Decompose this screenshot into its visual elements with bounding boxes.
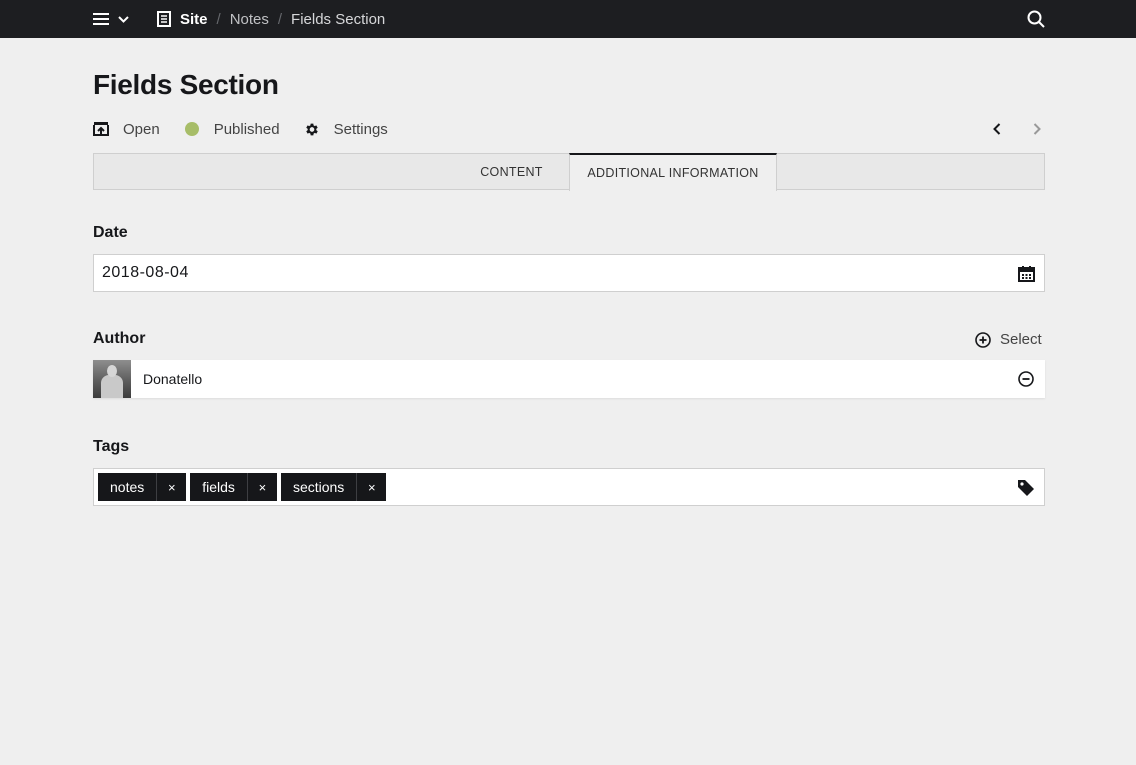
open-icon (93, 121, 109, 137)
search-icon[interactable] (1026, 9, 1046, 29)
page-title: Fields Section (93, 69, 279, 100)
date-input[interactable]: 2018-08-04 (93, 254, 1045, 292)
breadcrumb-separator: / (277, 10, 283, 28)
status-label: Published (213, 120, 280, 138)
calendar-icon[interactable] (1018, 265, 1035, 282)
main-menu-button[interactable] (86, 0, 136, 38)
chevron-down-icon (117, 13, 129, 25)
tag-label: sections (292, 479, 345, 495)
hamburger-icon (93, 13, 109, 25)
chevron-left-icon (993, 123, 1001, 135)
page-icon (157, 11, 171, 27)
prev-next-nav (988, 119, 1046, 139)
date-label: Date (93, 224, 128, 241)
breadcrumb: Site / Notes / Fields Section (157, 0, 385, 38)
page-options: Open Published Settings (93, 118, 412, 140)
breadcrumb-site[interactable]: Site (157, 11, 208, 28)
tag-item[interactable]: sections × (280, 473, 387, 501)
author-item[interactable]: Donatello (93, 360, 1045, 398)
next-page-button[interactable] (1028, 119, 1046, 139)
breadcrumb-item-current[interactable]: Fields Section (291, 11, 385, 28)
gear-icon (304, 121, 320, 137)
settings-label: Settings (333, 120, 388, 138)
tab-content[interactable]: CONTENT (454, 153, 569, 190)
remove-tag-icon[interactable]: × (156, 473, 186, 501)
tab-bar: CONTENT ADDITIONAL INFORMATION (93, 153, 1045, 191)
status-button[interactable]: Published (184, 121, 280, 138)
tag-item[interactable]: fields × (190, 473, 277, 501)
author-label: Author (93, 330, 146, 347)
tags-input[interactable]: notes × fields × sections × (93, 468, 1045, 506)
topbar: Site / Notes / Fields Section (0, 0, 1136, 38)
chevron-right-icon (1033, 123, 1041, 135)
author-name: Donatello (143, 371, 203, 387)
status-dot-icon (184, 121, 200, 137)
tag-item[interactable]: notes × (98, 473, 187, 501)
date-value: 2018-08-04 (102, 264, 189, 281)
avatar (93, 360, 131, 398)
open-label: Open (123, 120, 160, 138)
select-label: Select (1000, 331, 1042, 348)
tag-icon (1017, 479, 1035, 497)
author-select-button[interactable]: Select (975, 331, 1042, 348)
remove-tag-icon[interactable]: × (246, 473, 277, 501)
remove-circle-icon[interactable] (1018, 371, 1034, 387)
tab-additional-information[interactable]: ADDITIONAL INFORMATION (569, 153, 777, 191)
remove-tag-icon[interactable]: × (356, 473, 386, 501)
breadcrumb-item-notes[interactable]: Notes (230, 11, 269, 28)
tags-label: Tags (93, 438, 130, 455)
settings-button[interactable]: Settings (304, 121, 388, 138)
open-button[interactable]: Open (93, 121, 160, 138)
breadcrumb-separator: / (216, 10, 221, 28)
tag-label: notes (110, 479, 145, 495)
add-circle-icon (975, 331, 991, 348)
breadcrumb-site-label: Site (180, 10, 208, 28)
tag-label: fields (202, 479, 235, 495)
prev-page-button[interactable] (988, 119, 1006, 139)
